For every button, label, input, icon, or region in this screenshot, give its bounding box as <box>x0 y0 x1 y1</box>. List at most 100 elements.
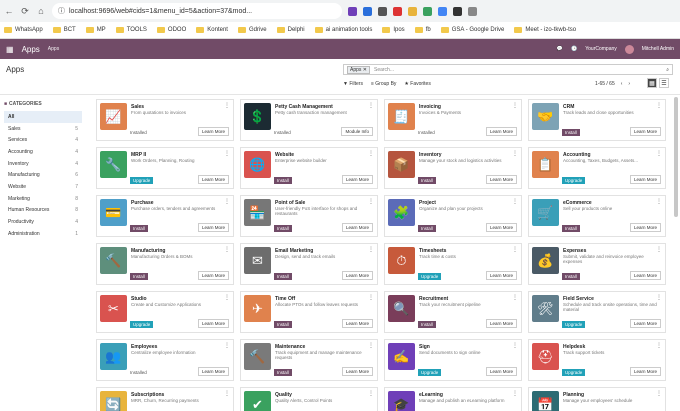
kebab-menu-icon[interactable]: ⋮ <box>512 294 518 301</box>
app-card[interactable]: ✈ Time Off Allocate PTOs and follow leaves… <box>240 291 378 333</box>
learn-more-button[interactable]: Learn More <box>197 367 229 376</box>
user-name[interactable]: Mitchell Admin <box>642 46 674 52</box>
app-card[interactable]: ✉ Email Marketing Design, send and track e… <box>240 243 378 285</box>
install-button[interactable]: Install <box>562 225 580 232</box>
extension-icon[interactable] <box>453 6 462 16</box>
filters-button[interactable]: ▼ Filters <box>343 81 363 87</box>
extension-icon[interactable] <box>393 6 402 16</box>
company-name[interactable]: YourCompany <box>585 46 617 52</box>
learn-more-button[interactable]: Learn More <box>485 367 517 376</box>
app-card[interactable]: 🔍 Recruitment Track your recruitment pipel… <box>384 291 522 333</box>
kebab-menu-icon[interactable]: ⋮ <box>512 342 518 349</box>
learn-more-button[interactable]: Learn More <box>629 319 661 328</box>
bookmark-item[interactable]: ai animation tools <box>314 27 372 33</box>
learn-more-button[interactable]: Learn More <box>197 175 229 184</box>
kebab-menu-icon[interactable]: ⋮ <box>512 198 518 205</box>
learn-more-button[interactable]: Learn More <box>629 175 661 184</box>
kebab-menu-icon[interactable]: ⋮ <box>368 294 374 301</box>
app-card[interactable]: ✂ Studio Create and Customize Applications… <box>96 291 234 333</box>
bookmark-item[interactable]: WhatsApp <box>4 27 43 33</box>
app-card[interactable]: 💰 Expenses Submit, validate and reinvoice … <box>528 243 666 285</box>
upgrade-button[interactable]: Upgrade <box>130 177 154 184</box>
learn-more-button[interactable]: Learn More <box>629 367 661 376</box>
upgrade-button[interactable]: Upgrade <box>562 177 586 184</box>
kanban-view-icon[interactable]: ▦ <box>647 78 657 88</box>
app-card[interactable]: ✔QualityQuality Alerts, Control PointsUp… <box>240 387 378 411</box>
install-button[interactable]: Install <box>418 321 436 328</box>
learn-more-button[interactable]: Module Info <box>341 127 373 136</box>
category-item[interactable]: Website 7 <box>4 181 82 193</box>
upgrade-button[interactable]: Upgrade <box>130 321 154 328</box>
category-item[interactable]: Inventory 4 <box>4 158 82 170</box>
refresh-icon[interactable]: ⟳ <box>20 6 30 16</box>
scrollbar[interactable] <box>674 97 678 217</box>
avatar[interactable] <box>624 44 634 54</box>
pager-prev-icon[interactable]: ‹ <box>621 81 623 87</box>
category-item[interactable]: Sales 5 <box>4 123 82 135</box>
category-item[interactable]: Productivity 4 <box>4 216 82 228</box>
menu-apps[interactable]: Apps <box>48 46 59 52</box>
favorites-button[interactable]: ★ Favorites <box>404 81 430 87</box>
back-icon[interactable]: ← <box>4 6 14 16</box>
install-button[interactable]: Install <box>418 225 436 232</box>
category-item[interactable]: Services 4 <box>4 134 82 146</box>
kebab-menu-icon[interactable]: ⋮ <box>656 390 662 397</box>
app-card[interactable]: 💲 Petty Cash Management Petty cash transac… <box>240 99 378 141</box>
kebab-menu-icon[interactable]: ⋮ <box>656 198 662 205</box>
app-card[interactable]: 🔧 MRP II Work Orders, Planning, Routing Upg… <box>96 147 234 189</box>
bookmark-item[interactable]: TOOLS <box>115 27 147 33</box>
app-card[interactable]: ✍ Sign Send documents to sign online Upgrad… <box>384 339 522 381</box>
extension-icon[interactable] <box>468 6 477 16</box>
app-card[interactable]: 📦 Inventory Manage your stock and logistic… <box>384 147 522 189</box>
learn-more-button[interactable]: Learn More <box>197 319 229 328</box>
install-button[interactable]: Install <box>562 273 580 280</box>
bookmark-item[interactable]: Ipos <box>382 27 405 33</box>
learn-more-button[interactable]: Learn More <box>197 127 229 136</box>
learn-more-button[interactable]: Learn More <box>485 271 517 280</box>
app-menu-icon[interactable]: ▦ <box>6 45 14 54</box>
app-card[interactable]: 📈 Sales From quotations to invoices Install… <box>96 99 234 141</box>
kebab-menu-icon[interactable]: ⋮ <box>512 246 518 253</box>
kebab-menu-icon[interactable]: ⋮ <box>368 246 374 253</box>
kebab-menu-icon[interactable]: ⋮ <box>656 342 662 349</box>
category-item[interactable]: Manufacturing 6 <box>4 169 82 181</box>
extension-icon[interactable] <box>423 6 432 16</box>
app-card[interactable]: ⛑ Helpdesk Track support tickets Upgrade Lea… <box>528 339 666 381</box>
install-button[interactable]: Install <box>130 273 148 280</box>
bookmark-item[interactable]: Delphi <box>276 27 305 33</box>
learn-more-button[interactable]: Learn More <box>197 271 229 280</box>
kebab-menu-icon[interactable]: ⋮ <box>224 246 230 253</box>
bookmark-item[interactable]: ODOO <box>156 27 186 33</box>
app-card[interactable]: 🔨 Maintenance Track equipment and manage m… <box>240 339 378 381</box>
upgrade-button[interactable]: Upgrade <box>418 369 442 376</box>
app-card[interactable]: 🧾 Invoicing Invoices & Payments Installed Le… <box>384 99 522 141</box>
app-card[interactable]: 🛒 eCommerce Sell your products online Insta… <box>528 195 666 237</box>
chat-icon[interactable]: 💬 <box>557 46 563 52</box>
search-facet[interactable]: Apps ✕ <box>347 65 370 74</box>
bookmark-item[interactable]: BCT <box>52 27 76 33</box>
bookmark-item[interactable]: fb <box>414 27 431 33</box>
learn-more-button[interactable]: Learn More <box>197 223 229 232</box>
kebab-menu-icon[interactable]: ⋮ <box>224 198 230 205</box>
upgrade-button[interactable]: Upgrade <box>418 273 442 280</box>
app-card[interactable]: 🔄 Subscriptions MRR, Churn, Recurring paym… <box>96 387 234 411</box>
install-button[interactable]: Install <box>274 273 292 280</box>
kebab-menu-icon[interactable]: ⋮ <box>512 102 518 109</box>
kebab-menu-icon[interactable]: ⋮ <box>656 246 662 253</box>
learn-more-button[interactable]: Learn More <box>485 223 517 232</box>
groupby-button[interactable]: ≡ Group By <box>371 81 396 87</box>
learn-more-button[interactable]: Learn More <box>629 127 661 136</box>
app-card[interactable]: 🤝 CRM Track leads and close opportunities I… <box>528 99 666 141</box>
upgrade-button[interactable]: Upgrade <box>562 369 586 376</box>
app-card[interactable]: 🌐 Website Enterprise website builder Instal… <box>240 147 378 189</box>
category-item[interactable]: Accounting 4 <box>4 146 82 158</box>
bookmark-item[interactable]: Gdrive <box>237 27 267 33</box>
kebab-menu-icon[interactable]: ⋮ <box>368 342 374 349</box>
app-card[interactable]: ⏱ Timesheets Track time & costs Upgrade Lear… <box>384 243 522 285</box>
kebab-menu-icon[interactable]: ⋮ <box>368 150 374 157</box>
search-icon[interactable]: ⌕ <box>666 67 669 73</box>
install-button[interactable]: Install <box>274 369 292 376</box>
extension-icon[interactable] <box>363 6 372 16</box>
address-bar[interactable]: ⓘ localhost:9696/web#cids=1&menu_id=5&ac… <box>52 3 342 19</box>
install-button[interactable]: Install <box>274 321 292 328</box>
